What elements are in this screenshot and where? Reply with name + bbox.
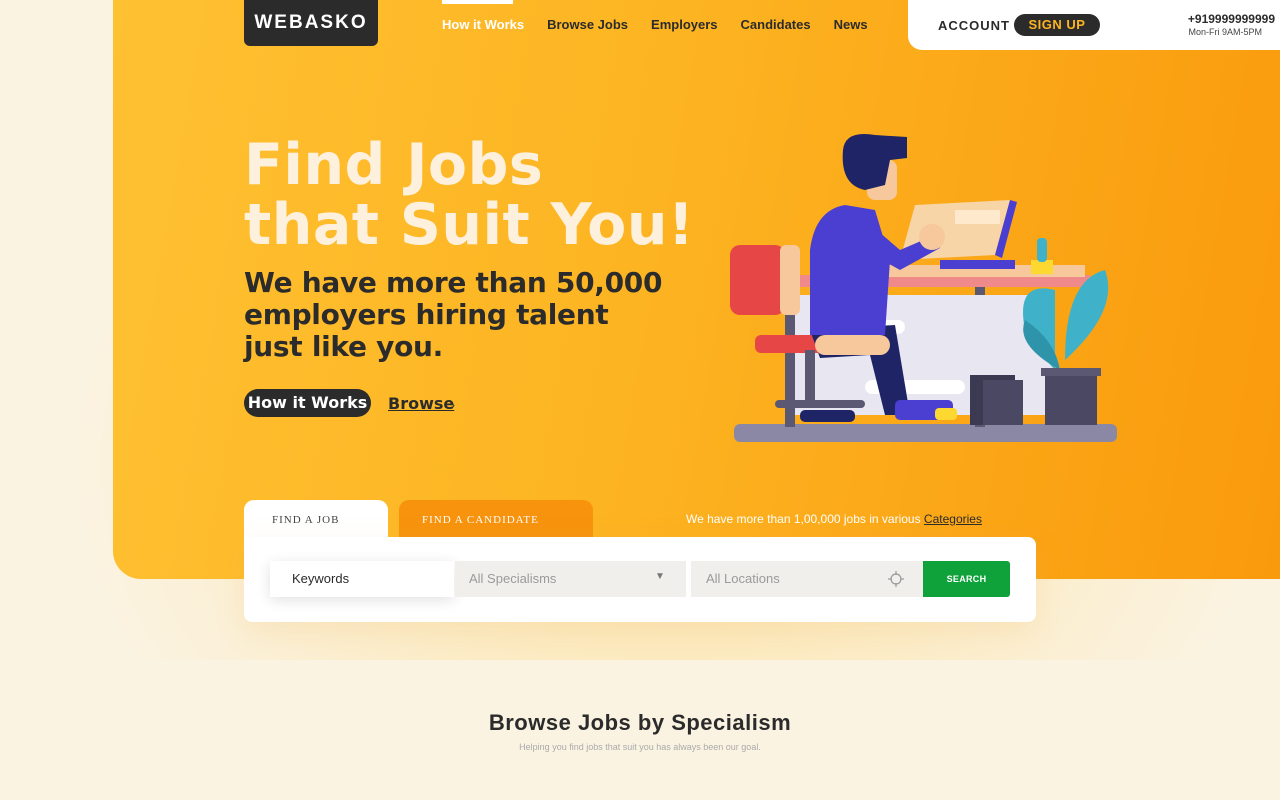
nav-item-candidates[interactable]: Candidates: [741, 0, 811, 50]
hero-subheading: We have more than 50,000 employers hirin…: [244, 266, 663, 363]
office-hours: Mon-Fri 9AM-5PM: [1188, 27, 1262, 37]
sign-up-button[interactable]: SIGN UP: [1014, 14, 1100, 36]
how-it-works-button[interactable]: How it Works: [244, 389, 371, 417]
hero-headline: Find Jobs that Suit You!: [244, 135, 714, 255]
chevron-right-icon: ›: [451, 398, 455, 412]
jobs-count-text: We have more than 1,00,000 jobs in vario…: [686, 512, 982, 526]
section-title: Browse Jobs by Specialism: [488, 710, 792, 735]
site-logo[interactable]: WEBASKO: [244, 0, 378, 46]
nav-item-browse-jobs[interactable]: Browse Jobs: [547, 0, 628, 50]
browse-link[interactable]: Browse: [388, 394, 454, 413]
phone-number: +919999999999: [1187, 12, 1275, 26]
chevron-down-icon: ▼: [655, 571, 665, 582]
specialism-select[interactable]: All Specialisms: [455, 561, 686, 597]
categories-link[interactable]: Categories: [924, 512, 982, 526]
headline-line-2: that Suit You!: [244, 192, 695, 258]
nav-item-news[interactable]: News: [834, 0, 868, 50]
tab-find-a-job[interactable]: FIND A JOB: [244, 500, 388, 537]
locate-crosshair-icon[interactable]: [888, 571, 904, 587]
account-panel: ACCOUNT SIGN UP +919999999999 Mon-Fri 9A…: [908, 0, 1280, 50]
keywords-input[interactable]: Keywords: [270, 561, 454, 597]
account-link[interactable]: ACCOUNT: [938, 18, 1010, 33]
tab-find-a-candidate[interactable]: FIND A CANDIDATE: [399, 500, 593, 537]
nav-item-how-it-works[interactable]: How it Works: [442, 0, 524, 50]
main-nav: How it Works Browse Jobs Employers Candi…: [442, 0, 891, 50]
nav-item-employers[interactable]: Employers: [651, 0, 717, 50]
worker-at-desk-illustration: [730, 134, 1117, 442]
jobs-count-label: We have more than 1,00,000 jobs in vario…: [686, 512, 924, 526]
search-button[interactable]: SEARCH: [923, 561, 1010, 597]
headline-line-1: Find Jobs: [244, 132, 544, 198]
section-subtitle: Helping you find jobs that suit you has …: [519, 742, 761, 752]
